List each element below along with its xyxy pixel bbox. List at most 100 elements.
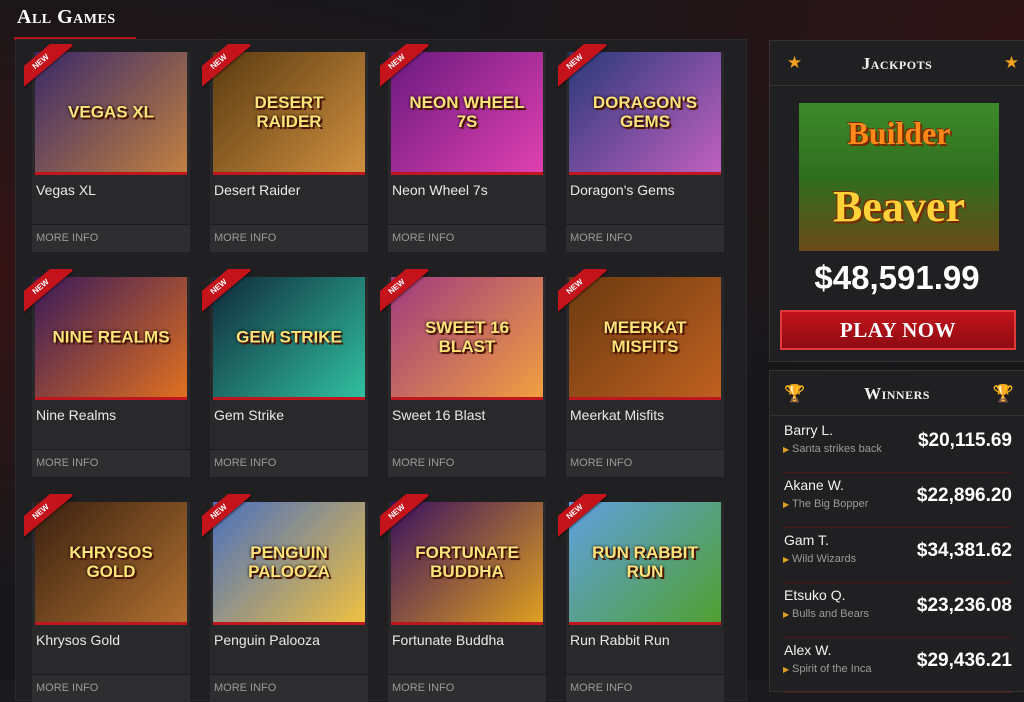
new-ribbon-label: NEW: [380, 494, 429, 541]
game-card[interactable]: Doragon's Gems NEW Doragon's Gems MORE INFO: [558, 44, 724, 252]
arrow-right-icon: ▶: [783, 665, 790, 674]
game-name[interactable]: Neon Wheel 7s: [392, 182, 488, 198]
jackpot-amount: $48,591.99: [814, 259, 980, 296]
game-name[interactable]: Khrysos Gold: [36, 632, 120, 648]
winner-name: Akane W.: [784, 477, 844, 493]
new-ribbon: NEW: [24, 269, 84, 329]
winner-name: Alex W.: [784, 642, 832, 658]
arrow-right-icon: ▶: [783, 555, 790, 564]
more-info-link[interactable]: MORE INFO: [566, 674, 724, 702]
winner-amount: $29,436.21: [916, 650, 1012, 671]
more-info-link[interactable]: MORE INFO: [32, 674, 190, 702]
game-name[interactable]: Nine Realms: [36, 407, 116, 423]
jackpots-title: Jackpots: [861, 54, 933, 73]
game-card[interactable]: Gem Strike NEW Gem Strike MORE INFO: [202, 269, 368, 477]
more-info-link[interactable]: MORE INFO: [32, 449, 190, 477]
new-ribbon: NEW: [202, 44, 262, 104]
more-info-link[interactable]: MORE INFO: [388, 674, 546, 702]
winner-game-link[interactable]: Spirit of the Inca: [792, 663, 872, 675]
new-ribbon: NEW: [558, 269, 618, 329]
game-card[interactable]: Desert Raider NEW Desert Raider MORE INFO: [202, 44, 368, 252]
new-ribbon-label: NEW: [558, 494, 607, 541]
new-ribbon-label: NEW: [380, 44, 429, 91]
game-card[interactable]: Neon Wheel 7s NEW Neon Wheel 7s MORE INFO: [380, 44, 546, 252]
winner-game-link[interactable]: Santa strikes back: [792, 443, 882, 455]
new-ribbon: NEW: [202, 269, 262, 329]
game-card[interactable]: Sweet 16 Blast NEW Sweet 16 Blast MORE INFO: [380, 269, 546, 477]
jackpot-game-image[interactable]: Builder Beaver: [799, 103, 999, 251]
game-name[interactable]: Fortunate Buddha: [392, 632, 504, 648]
game-card[interactable]: Nine Realms NEW Nine Realms MORE INFO: [24, 269, 190, 477]
game-card[interactable]: Penguin Palooza NEW Penguin Palooza MORE IN…: [202, 494, 368, 702]
game-name[interactable]: Doragon's Gems: [570, 182, 675, 198]
arrow-right-icon: ▶: [783, 445, 790, 454]
game-name[interactable]: Sweet 16 Blast: [392, 407, 485, 423]
new-ribbon: NEW: [380, 44, 440, 104]
new-ribbon-label: NEW: [558, 44, 607, 91]
winner-amount: $34,381.62: [916, 540, 1012, 561]
game-card[interactable]: Run Rabbit Run NEW Run Rabbit Run MORE INFO: [558, 494, 724, 702]
more-info-link[interactable]: MORE INFO: [210, 449, 368, 477]
more-info-link[interactable]: MORE INFO: [566, 224, 724, 252]
winner-name: Gam T.: [784, 532, 829, 548]
more-info-link[interactable]: MORE INFO: [210, 674, 368, 702]
jackpots-panel: ★ Jackpots ★ Builder Beaver $48,591.99 P…: [770, 41, 1024, 361]
winner-game-link[interactable]: Wild Wizards: [792, 553, 856, 565]
winner-name: Barry L.: [784, 422, 834, 438]
game-card[interactable]: Fortunate Buddha NEW Fortunate Buddha MORE …: [380, 494, 546, 702]
game-name[interactable]: Penguin Palooza: [214, 632, 320, 648]
winners-header: 🏆 Winners 🏆: [770, 371, 1024, 416]
game-name[interactable]: Desert Raider: [214, 182, 300, 198]
game-card[interactable]: Meerkat Misfits NEW Meerkat Misfits MORE IN…: [558, 269, 724, 477]
section-title: All Games: [17, 6, 116, 28]
arrow-right-icon: ▶: [783, 500, 790, 509]
new-ribbon-label: NEW: [202, 269, 251, 316]
winner-row: Alex W. ▶ Spirit of the Inca $29,436.21: [782, 638, 1012, 693]
new-ribbon-label: NEW: [24, 494, 73, 541]
game-art-title: Nine Realms: [52, 327, 170, 347]
game-card[interactable]: Khrysos Gold NEW Khrysos Gold MORE INFO: [24, 494, 190, 702]
game-name[interactable]: Vegas XL: [36, 182, 96, 198]
winner-row: Akane W. ▶ The Big Bopper $22,896.20: [782, 473, 1012, 528]
star-icon: ★: [786, 53, 803, 72]
winners-panel: 🏆 Winners 🏆 Barry L. ▶ Santa strikes back $…: [770, 371, 1024, 693]
game-name[interactable]: Meerkat Misfits: [570, 407, 664, 423]
new-ribbon: NEW: [24, 44, 84, 104]
new-ribbon: NEW: [558, 494, 618, 554]
more-info-link[interactable]: MORE INFO: [32, 224, 190, 252]
new-ribbon-label: NEW: [380, 269, 429, 316]
winner-game-link[interactable]: The Big Bopper: [792, 498, 868, 510]
game-card[interactable]: Vegas XL NEW Vegas XL MORE INFO: [24, 44, 190, 252]
winner-row: Gam T. ▶ Wild Wizards $34,381.62: [782, 528, 1012, 583]
game-name[interactable]: Gem Strike: [214, 407, 284, 423]
winner-amount: $20,115.69: [917, 430, 1012, 451]
new-ribbon: NEW: [380, 494, 440, 554]
new-ribbon: NEW: [558, 44, 618, 104]
more-info-link[interactable]: MORE INFO: [388, 224, 546, 252]
new-ribbon-label: NEW: [202, 494, 251, 541]
winner-row: Etsuko Q. ▶ Bulls and Bears $23,236.08: [782, 583, 1012, 638]
more-info-link[interactable]: MORE INFO: [210, 224, 368, 252]
jackpot-art-text-2: Beaver: [833, 182, 965, 231]
winners-title: Winners: [864, 384, 930, 403]
winner-game-link[interactable]: Bulls and Bears: [792, 608, 869, 620]
winner-row: Barry L. ▶ Santa strikes back $20,115.69: [782, 418, 1012, 473]
trophy-icon: 🏆: [784, 384, 806, 403]
play-now-button[interactable]: PLAY NOW: [780, 310, 1016, 350]
new-ribbon-label: NEW: [202, 44, 251, 91]
new-ribbon-label: NEW: [24, 44, 73, 91]
more-info-link[interactable]: MORE INFO: [388, 449, 546, 477]
game-name[interactable]: Run Rabbit Run: [570, 632, 670, 648]
winner-amount: $22,896.20: [916, 485, 1012, 506]
games-panel: Vegas XL NEW Vegas XL MORE INFO Desert Raide…: [16, 40, 746, 702]
games-grid: Vegas XL NEW Vegas XL MORE INFO Desert Raide…: [24, 44, 752, 702]
trophy-icon: 🏆: [992, 384, 1014, 403]
star-icon: ★: [1003, 53, 1020, 72]
new-ribbon-label: NEW: [558, 269, 607, 316]
arrow-right-icon: ▶: [783, 610, 790, 619]
jackpots-header: ★ Jackpots ★: [770, 41, 1024, 86]
game-art-title: Vegas XL: [68, 102, 154, 122]
winner-name: Etsuko Q.: [784, 587, 846, 603]
more-info-link[interactable]: MORE INFO: [566, 449, 724, 477]
game-art-title: Gem Strike: [236, 327, 342, 347]
